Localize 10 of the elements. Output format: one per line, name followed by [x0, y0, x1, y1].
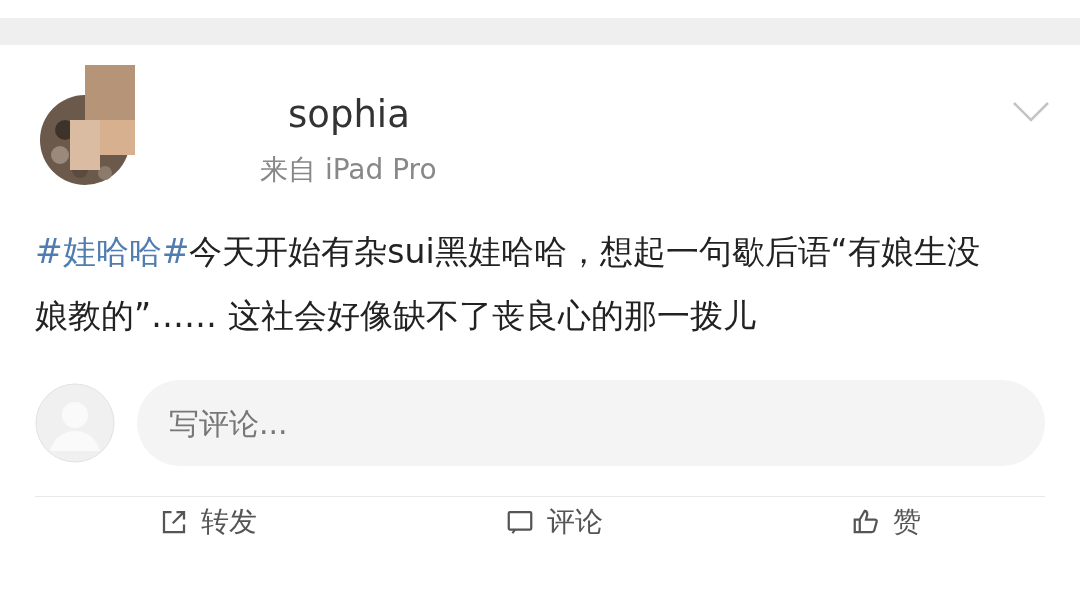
chevron-down-icon[interactable]	[1012, 101, 1050, 123]
action-button[interactable]: 评论	[505, 505, 603, 539]
hashtag-link[interactable]: #娃哈哈#	[35, 232, 190, 271]
action-button[interactable]: 赞	[851, 505, 921, 539]
author-name[interactable]: sophia	[288, 93, 437, 137]
post-source: 来自 iPad Pro	[260, 153, 437, 187]
post-text: #娃哈哈#今天开始有杂sui黑娃哈哈，想起一句歇后语“有娘生没娘教的”…… 这社会好像缺不了丧良心的那一拨儿	[34, 231, 981, 337]
avatar-placeholder-icon	[35, 383, 115, 463]
action-button[interactable]: 转发	[159, 505, 257, 539]
comment-field[interactable]: 写评论...	[137, 380, 1045, 466]
